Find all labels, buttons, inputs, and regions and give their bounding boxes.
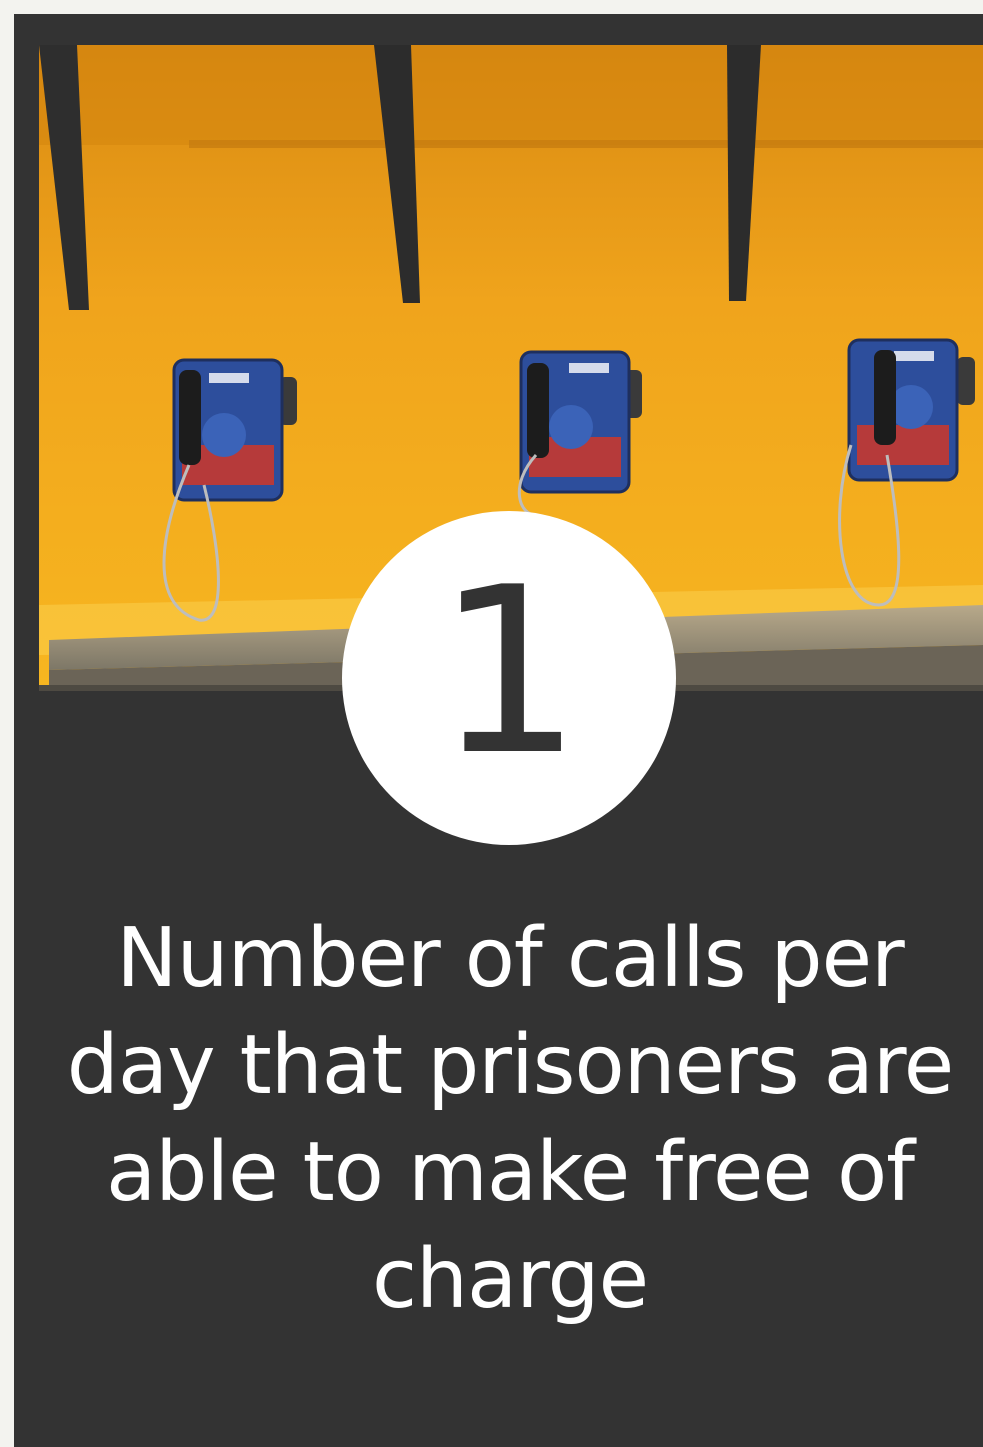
stat-caption: Number of calls per day that prisoners a…	[66, 911, 954, 1327]
stat-number-badge: 1	[342, 511, 676, 845]
stat-number: 1	[435, 539, 583, 806]
